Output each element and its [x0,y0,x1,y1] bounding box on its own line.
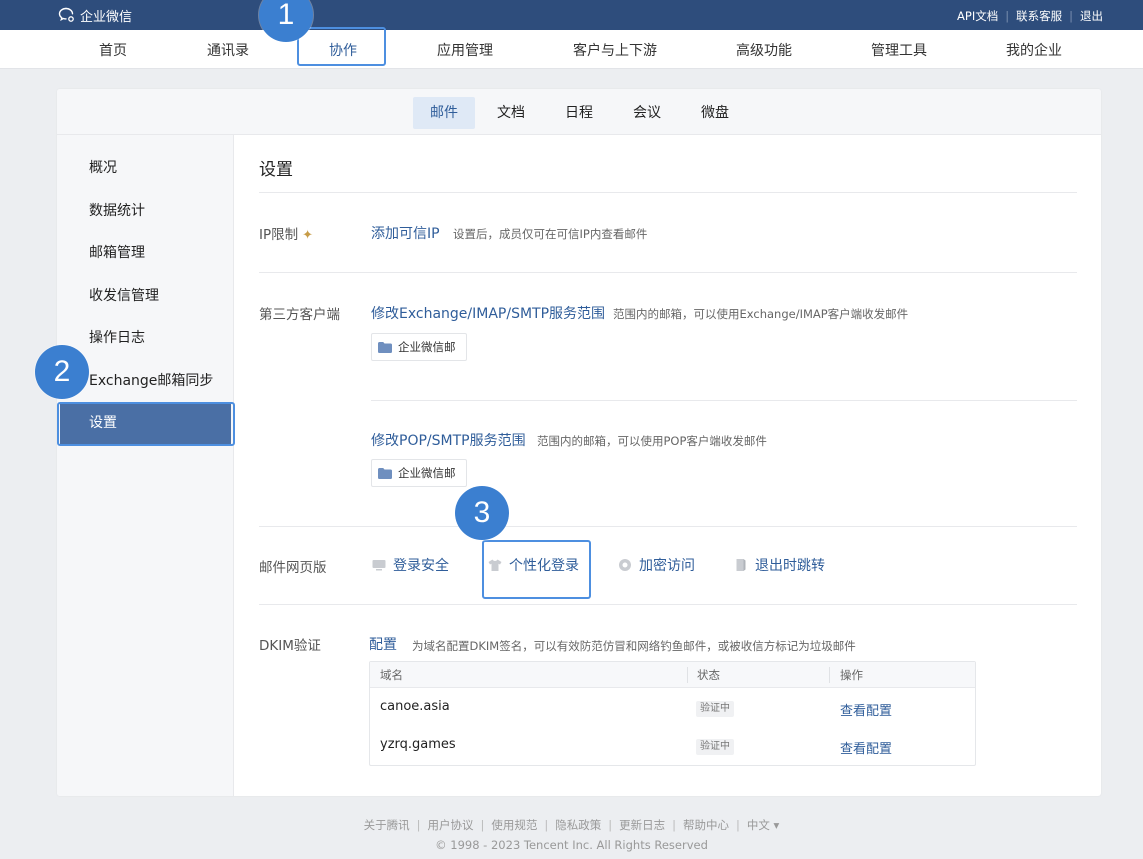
ip-limit-label: IP限制 ✦ [259,223,313,243]
tab-schedule[interactable]: 日程 [557,97,601,129]
dkim-table: 域名 状态 操作 canoe.asia 验证中 查看配置 yzrq.games … [369,661,976,766]
nav-home[interactable]: 首页 [99,40,127,60]
login-security-label: 登录安全 [393,558,449,574]
settings-content: 设置 IP限制 ✦ 添加可信IP 设置后，成员仅可在可信IP内查看邮件 第三方客户… [235,135,1101,796]
app-logo-text: 企业微信 [80,9,133,25]
exchange-scope-tag: 企业微信邮 [371,333,467,361]
dkim-hint: 为域名配置DKIM签名，可以有效防范仿冒和网络钓鱼邮件，或被收信方标记为垃圾邮件 [412,639,856,653]
footer-link-help[interactable]: 帮助中心 [683,818,729,832]
exit-door-icon [736,559,746,571]
sparkle-icon: ✦ [302,228,314,243]
status-badge: 验证中 [696,739,734,755]
folder-icon [378,341,392,353]
folder-icon [378,467,392,479]
tab-mail[interactable]: 邮件 [413,97,475,129]
divider [259,192,1077,193]
sidebar: 概况 数据统计 邮箱管理 收发信管理 操作日志 Exchange邮箱同步 设置 [57,135,234,796]
domain-cell: yzrq.games [380,737,456,752]
nav-advanced[interactable]: 高级功能 [736,40,792,60]
status-badge: 验证中 [696,701,734,717]
exchange-scope-text: 企业微信邮 [398,340,456,354]
wecom-logo-icon [58,7,74,22]
pop-scope-hint: 范围内的邮箱，可以使用POP客户端收发邮件 [537,434,767,448]
nav-customers[interactable]: 客户与上下游 [573,40,657,60]
third-party-label: 第三方客户端 [259,307,340,323]
divider [259,272,1077,273]
monitor-icon [372,560,386,571]
tab-meeting[interactable]: 会议 [625,97,669,129]
sidebar-item-statistics[interactable]: 数据统计 [57,190,234,232]
column-separator [829,667,830,683]
app-logo[interactable]: 企业微信 [58,5,132,25]
logout-link[interactable]: 退出 [1080,8,1103,24]
view-config-link[interactable]: 查看配置 [840,700,892,719]
column-header-action: 操作 [840,668,863,682]
table-header: 域名 状态 操作 [370,662,975,688]
ip-limit-label-text: IP限制 [259,227,299,243]
column-separator [687,667,688,683]
edit-exchange-scope-link[interactable]: 修改Exchange/IMAP/SMTP服务范围 [371,303,605,323]
encryption-icon [619,559,631,571]
annotation-badge-2: 2 [35,345,89,399]
logout-redirect-label: 退出时跳转 [755,558,825,574]
web-mail-label: 邮件网页版 [259,560,327,576]
highlight-box-collaboration [297,27,386,66]
encrypted-access-option[interactable]: 加密访问 [618,553,695,577]
sub-nav: 邮件 文档 日程 会议 微盘 [57,89,1101,135]
highlight-box-custom-login [482,540,591,599]
footer-link-changelog[interactable]: 更新日志 [619,818,665,832]
tab-drive[interactable]: 微盘 [693,97,737,129]
top-links: API文档 | 联系客服 | 退出 [957,8,1103,24]
highlight-box-settings [57,402,235,446]
footer-link-about[interactable]: 关于腾讯 [364,818,410,832]
main-nav: 首页 通讯录 协作 应用管理 客户与上下游 高级功能 管理工具 我的企业 [0,30,1143,69]
dkim-label: DKIM验证 [259,638,321,654]
nav-my-enterprise[interactable]: 我的企业 [1006,40,1062,60]
add-trusted-ip-link[interactable]: 添加可信IP [371,223,440,243]
top-bar: 企业微信 API文档 | 联系客服 | 退出 [0,0,1143,30]
footer-link-privacy[interactable]: 隐私政策 [555,818,601,832]
separator: | [672,818,677,832]
ip-limit-hint: 设置后，成员仅可在可信IP内查看邮件 [453,227,648,241]
pop-scope-tag: 企业微信邮 [371,459,467,487]
nav-tools[interactable]: 管理工具 [871,40,927,60]
separator: | [480,818,485,832]
edit-pop-scope-link[interactable]: 修改POP/SMTP服务范围 [371,430,526,450]
page-title: 设置 [259,160,293,180]
domain-cell: canoe.asia [380,699,450,714]
nav-app-management[interactable]: 应用管理 [437,40,493,60]
contact-support-link[interactable]: 联系客服 [1016,8,1062,24]
sidebar-item-operation-log[interactable]: 操作日志 [57,317,234,359]
api-docs-link[interactable]: API文档 [957,8,998,24]
divider [259,604,1077,605]
dkim-configure-link[interactable]: 配置 [369,634,397,654]
footer-link-usage-rules[interactable]: 使用规范 [491,818,537,832]
tab-docs[interactable]: 文档 [489,97,533,129]
separator: | [736,818,740,832]
divider [259,526,1077,527]
annotation-badge-3: 3 [455,486,509,540]
encrypted-access-label: 加密访问 [639,558,695,574]
pop-scope-text: 企业微信邮 [398,466,456,480]
footer-link-user-agreement[interactable]: 用户协议 [428,818,474,832]
divider [371,400,1077,401]
view-config-link[interactable]: 查看配置 [840,738,892,757]
column-header-domain: 域名 [380,668,403,682]
separator: | [1069,9,1073,23]
sidebar-item-mailbox-management[interactable]: 邮箱管理 [57,232,234,274]
sidebar-item-send-receive[interactable]: 收发信管理 [57,275,234,317]
separator: | [544,818,549,832]
login-security-option[interactable]: 登录安全 [372,553,449,577]
language-selector[interactable]: 中文 ▾ [747,818,779,832]
logout-redirect-option[interactable]: 退出时跳转 [734,553,825,577]
separator: | [608,818,613,832]
column-header-status: 状态 [697,668,720,682]
separator: | [416,818,421,832]
exchange-scope-hint: 范围内的邮箱，可以使用Exchange/IMAP客户端收发邮件 [613,307,909,321]
separator: | [1005,9,1010,23]
nav-contacts[interactable]: 通讯录 [207,40,249,60]
copyright: © 1998 - 2023 Tencent Inc. All Rights Re… [435,838,708,852]
footer-links: 关于腾讯 | 用户协议 | 使用规范 | 隐私政策 | 更新日志 | 帮助中心 | 中文 ▾ [0,817,1143,833]
sidebar-item-overview[interactable]: 概况 [57,147,234,189]
